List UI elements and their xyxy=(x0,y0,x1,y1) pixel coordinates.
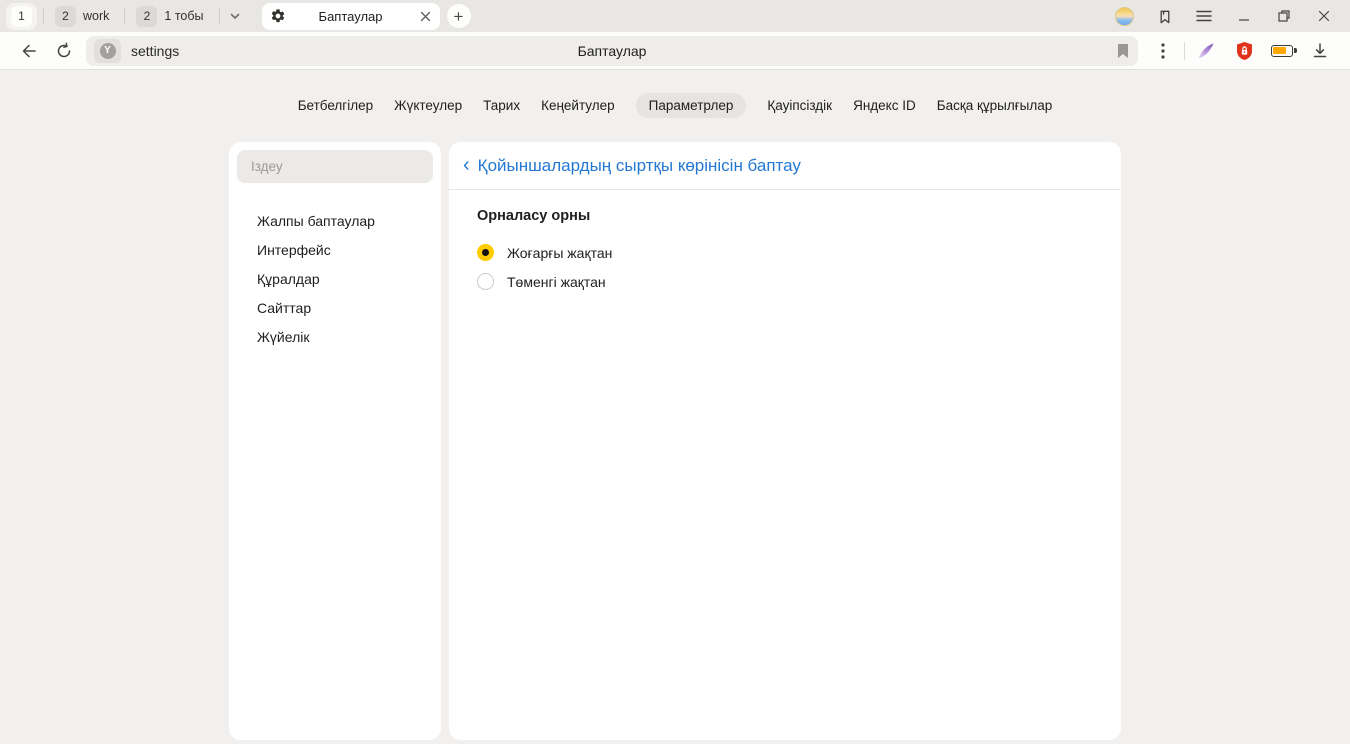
address-bar[interactable]: Y settings Баптаулар xyxy=(86,36,1138,66)
back-icon[interactable] xyxy=(10,36,46,66)
chevron-down-icon xyxy=(228,9,242,23)
close-tab-icon[interactable] xyxy=(419,10,432,23)
plus-icon: + xyxy=(454,8,464,25)
radio-option-bottom[interactable]: Төменгі жақтан xyxy=(477,267,1093,296)
tab-yandex-id[interactable]: Яндекс ID xyxy=(853,93,916,118)
back-chevron-icon[interactable]: ‹ xyxy=(463,155,478,177)
radio-button[interactable] xyxy=(477,273,494,290)
tab-group-1[interactable]: 1 xyxy=(6,3,37,30)
battery-icon[interactable] xyxy=(1263,36,1301,66)
sidebar-item-general[interactable]: Жалпы баптаулар xyxy=(237,206,433,235)
radio-dot xyxy=(482,249,489,256)
settings-page: Бетбелгілер Жүктеулер Тарих Кеңейтулер П… xyxy=(0,71,1350,744)
side-panel-icon[interactable] xyxy=(1144,0,1184,32)
radio-label: Төменгі жақтан xyxy=(507,274,606,290)
radio-button[interactable] xyxy=(477,244,494,261)
radio-label: Жоғарғы жақтан xyxy=(507,245,612,261)
tab-group-label: 1 тобы xyxy=(164,9,207,23)
radio-option-top[interactable]: Жоғарғы жақтан xyxy=(477,238,1093,267)
profile-avatar[interactable] xyxy=(1104,0,1144,32)
tab-group-separator xyxy=(43,8,44,24)
more-options-icon[interactable] xyxy=(1144,36,1182,66)
toolbar-separator xyxy=(1184,42,1185,60)
tab-settings[interactable]: Параметрлер xyxy=(636,93,747,118)
sidebar-item-tools[interactable]: Құралдар xyxy=(237,264,433,293)
sidebar-item-sites[interactable]: Сайттар xyxy=(237,293,433,322)
browser-toolbar: Y settings Баптаулар xyxy=(0,32,1350,70)
tab-downloads[interactable]: Жүктеулер xyxy=(394,93,462,118)
search-input[interactable] xyxy=(237,150,433,183)
tab-group-count-badge: 2 xyxy=(136,6,157,27)
hamburger-menu-icon[interactable] xyxy=(1184,0,1224,32)
refresh-icon[interactable] xyxy=(46,36,82,66)
tab-other-devices[interactable]: Басқа құрылғылар xyxy=(937,93,1053,118)
tab-extensions[interactable]: Кеңейтулер xyxy=(541,93,615,118)
protect-shield-icon[interactable] xyxy=(1225,36,1263,66)
minimize-window-icon[interactable] xyxy=(1224,0,1264,32)
tab-group-separator xyxy=(124,8,125,24)
panel-title: Қойыншалардың сыртқы көрінісін баптау xyxy=(478,156,801,176)
sidebar-item-system[interactable]: Жүйелік xyxy=(237,322,433,351)
active-tab-settings[interactable]: Баптаулар xyxy=(262,3,440,30)
downloads-icon[interactable] xyxy=(1301,36,1339,66)
section-heading: Орналасу орны xyxy=(477,208,1093,224)
tab-history[interactable]: Тарих xyxy=(483,93,520,118)
tab-groups-dropdown[interactable] xyxy=(228,9,242,23)
tab-group-count-badge: 2 xyxy=(55,6,76,27)
url-text: settings xyxy=(131,43,179,59)
close-window-icon[interactable] xyxy=(1304,0,1344,32)
avatar xyxy=(1115,7,1134,26)
tab-bookmarks[interactable]: Бетбелгілер xyxy=(298,93,373,118)
page-title: Баптаулар xyxy=(86,43,1138,59)
panel-body: Орналасу орны Жоғарғы жақтан Төменгі жақ… xyxy=(449,190,1121,314)
battery-level xyxy=(1273,47,1286,54)
tab-group-work[interactable]: 2 work xyxy=(50,3,118,30)
tab-security[interactable]: Қауіпсіздік xyxy=(767,93,832,118)
yandex-logo-icon: Y xyxy=(100,43,116,59)
site-badge[interactable]: Y xyxy=(94,39,121,63)
tab-bar: 1 2 work 2 1 тобы Баптаулар + xyxy=(0,0,1350,32)
tab-title: Баптаулар xyxy=(262,9,440,24)
tab-group-1-toby[interactable]: 2 1 тобы xyxy=(131,3,212,30)
settings-content: Жалпы баптаулар Интерфейс Құралдар Сайтт… xyxy=(0,142,1350,740)
sidebar-item-interface[interactable]: Интерфейс xyxy=(237,235,433,264)
panel-header: ‹ Қойыншалардың сыртқы көрінісін баптау xyxy=(449,142,1121,190)
gear-icon xyxy=(270,8,286,24)
tab-group-count-badge: 1 xyxy=(11,6,32,27)
extension-feather-icon[interactable] xyxy=(1187,36,1225,66)
settings-main-panel: ‹ Қойыншалардың сыртқы көрінісін баптау … xyxy=(449,142,1121,740)
settings-sidebar: Жалпы баптаулар Интерфейс Құралдар Сайтт… xyxy=(229,142,441,740)
tab-group-separator xyxy=(219,8,220,24)
bookmark-icon[interactable] xyxy=(1116,43,1130,59)
settings-nav-tabs: Бетбелгілер Жүктеулер Тарих Кеңейтулер П… xyxy=(0,92,1350,118)
battery-body xyxy=(1271,45,1293,57)
sidebar-list: Жалпы баптаулар Интерфейс Құралдар Сайтт… xyxy=(237,206,433,351)
restore-window-icon[interactable] xyxy=(1264,0,1304,32)
tab-group-label: work xyxy=(83,9,113,23)
new-tab-button[interactable]: + xyxy=(447,4,471,28)
